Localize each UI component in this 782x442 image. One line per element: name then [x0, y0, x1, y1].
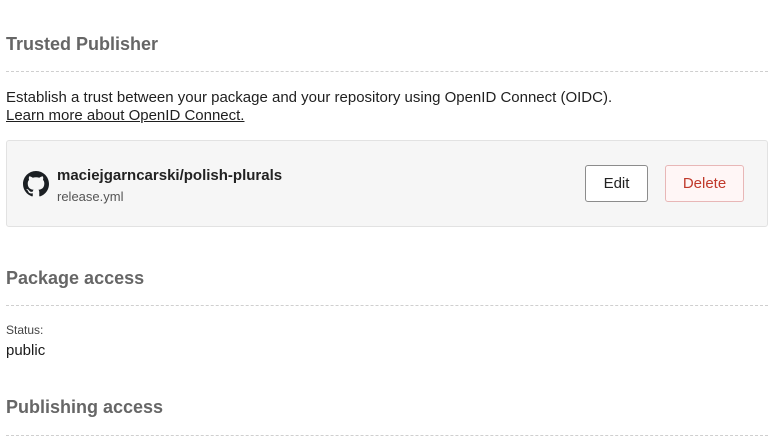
learn-more-oidc-link[interactable]: Learn more about OpenID Connect.: [6, 107, 612, 125]
delete-button[interactable]: Delete: [665, 165, 744, 202]
publishing-access-heading: Publishing access: [6, 397, 164, 417]
trusted-publisher-description-block: Establish a trust between your package a…: [6, 89, 612, 125]
section-divider: [6, 435, 768, 436]
publisher-repository-name: maciejgarncarski/polish-plurals: [57, 167, 283, 184]
trusted-publisher-description: Establish a trust between your package a…: [6, 89, 613, 106]
trusted-publisher-heading: Trusted Publisher: [6, 34, 159, 54]
publisher-workflow-file: release.yml: [57, 189, 124, 204]
section-divider: [6, 305, 768, 306]
package-access-heading: Package access: [6, 268, 145, 288]
trusted-publisher-card: maciejgarncarski/polish-plurals release.…: [6, 140, 768, 227]
status-value: public: [6, 342, 46, 359]
package-settings-page: Trusted Publisher Establish a trust betw…: [0, 0, 782, 442]
edit-button[interactable]: Edit: [585, 165, 648, 202]
github-icon: [23, 171, 49, 197]
section-divider: [6, 71, 768, 72]
status-label: Status:: [6, 323, 44, 337]
